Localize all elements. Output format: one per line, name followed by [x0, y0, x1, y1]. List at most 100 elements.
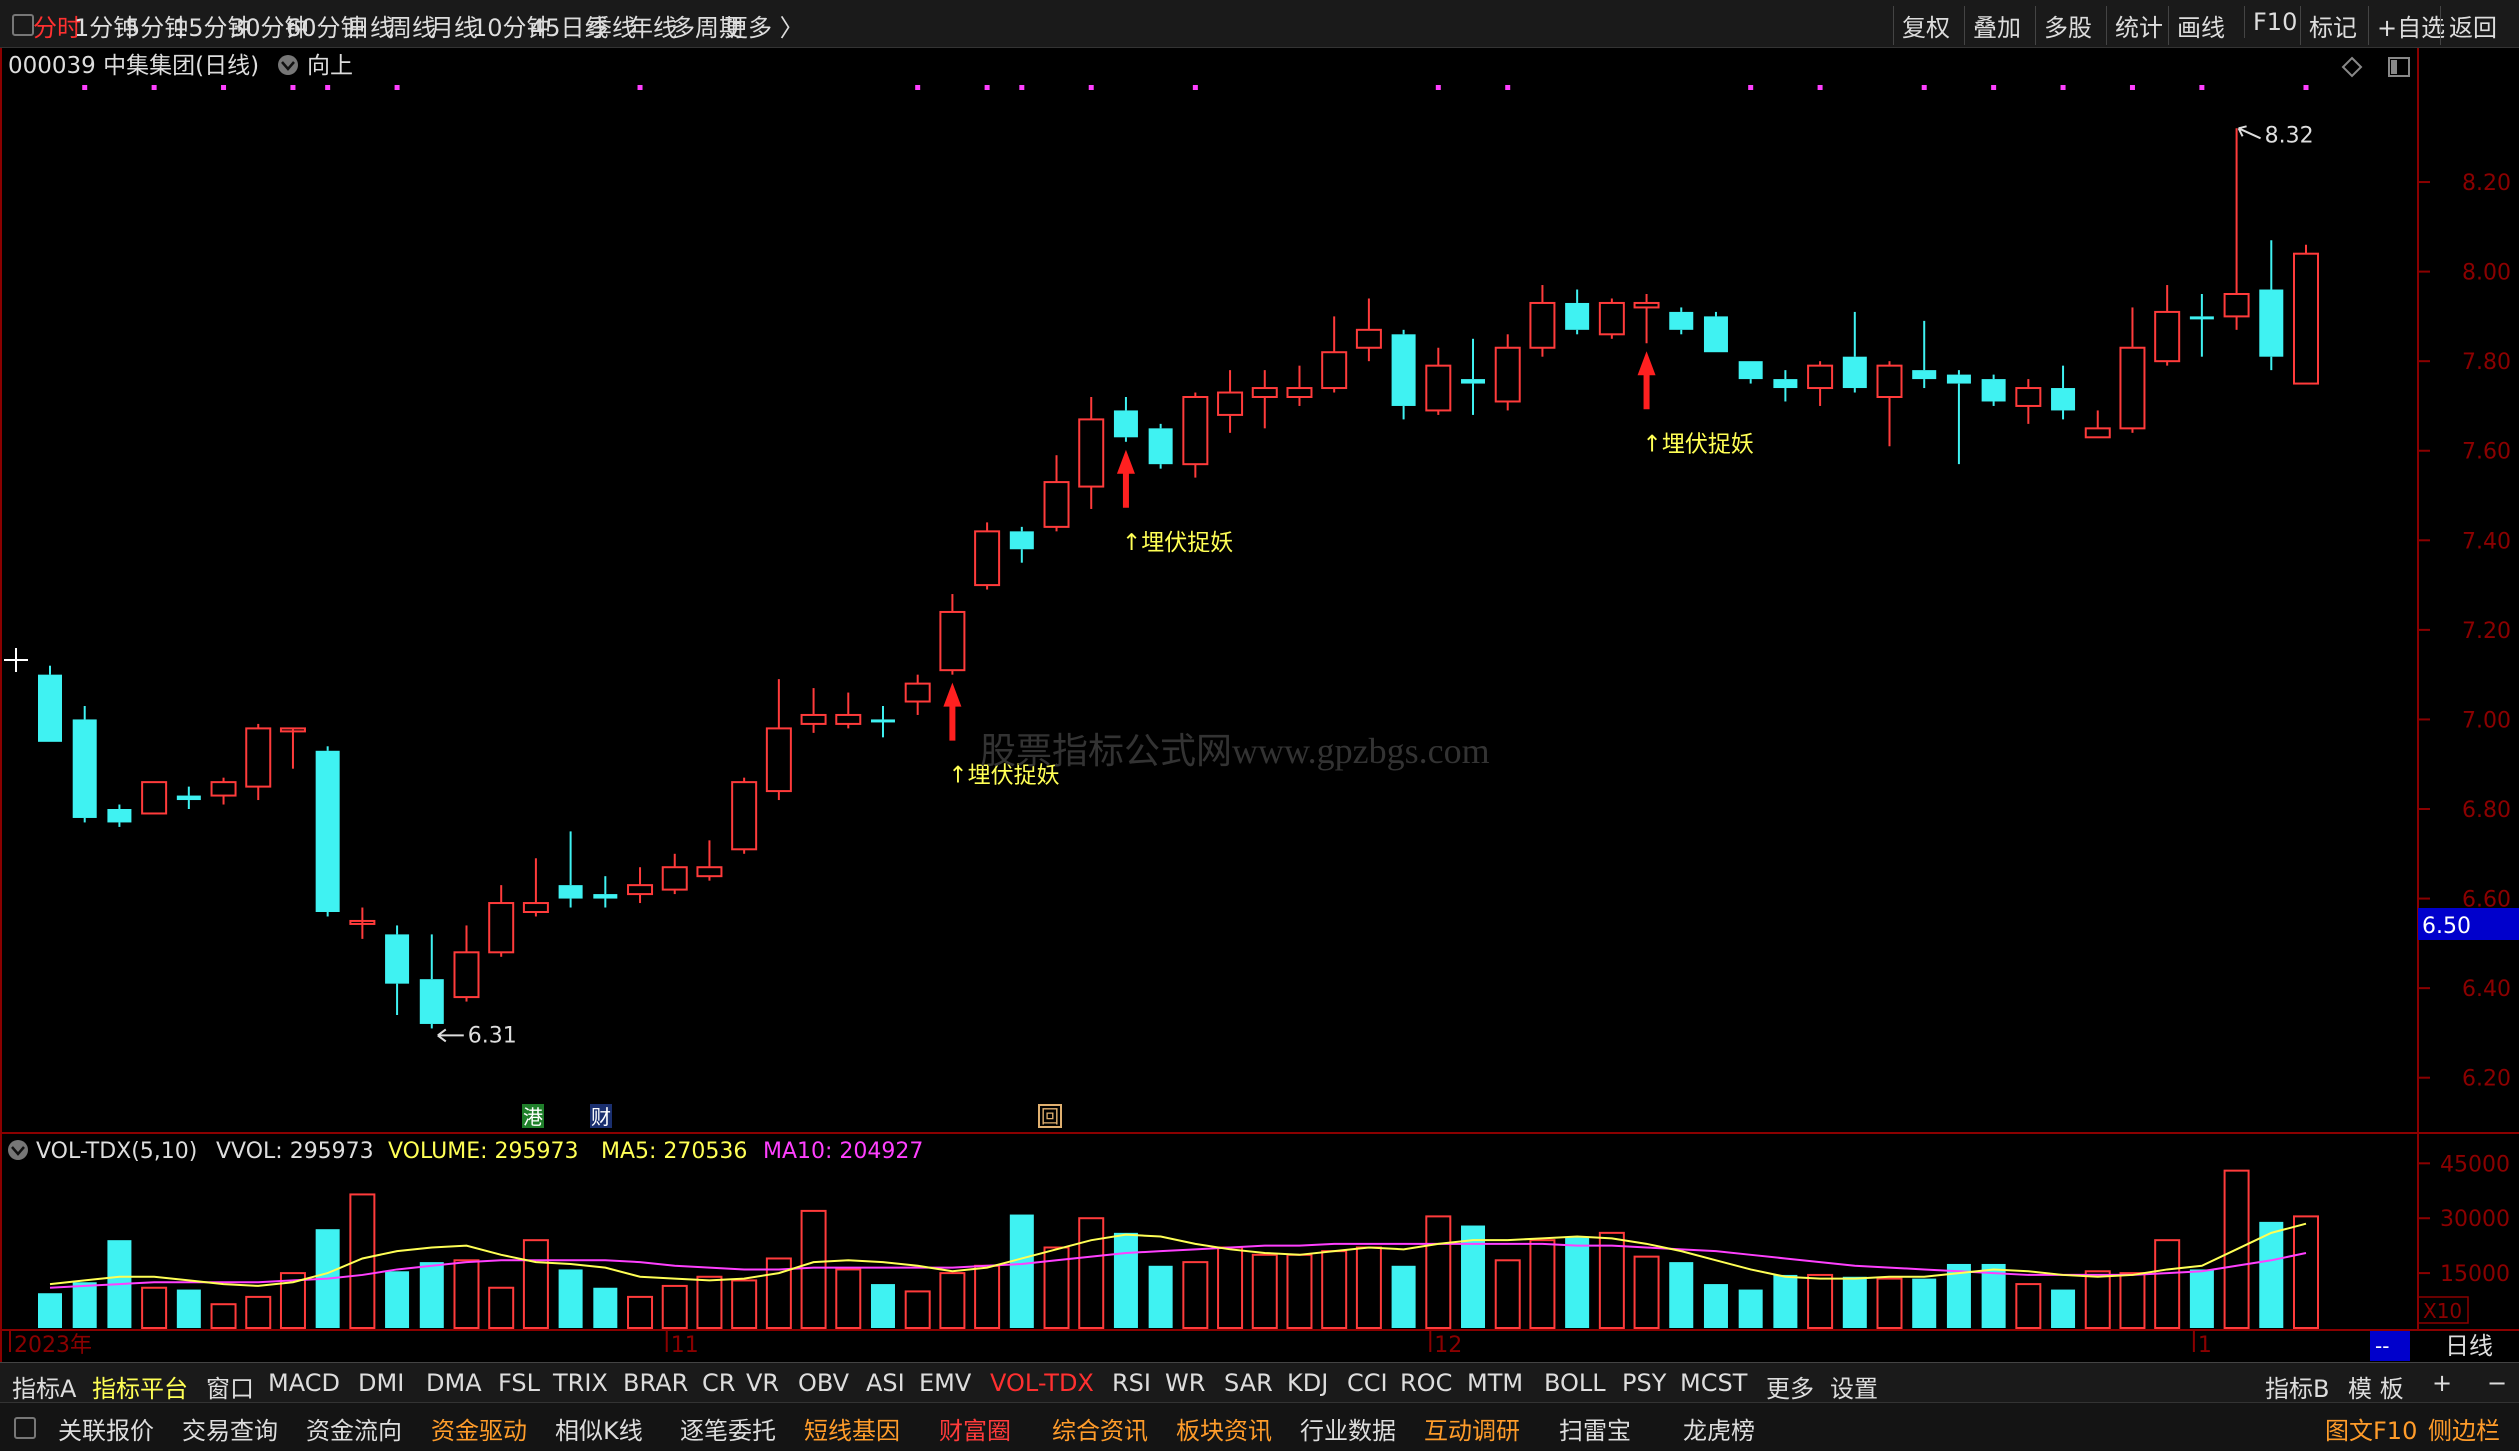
function-tab-1[interactable]: 交易查询	[182, 1411, 278, 1446]
volume-bar[interactable]	[1912, 1278, 1937, 1328]
candle[interactable]	[1425, 347, 1452, 415]
volume-bar[interactable]	[1565, 1236, 1590, 1328]
period-label[interactable]: 日线	[2445, 1332, 2493, 1360]
period-tab-8[interactable]: 月线	[430, 8, 478, 43]
period-tab-12[interactable]: 年线	[629, 8, 677, 43]
candle[interactable]	[522, 858, 549, 917]
volume-bar[interactable]	[1009, 1214, 1034, 1328]
volume-bar[interactable]	[870, 1284, 895, 1328]
indicator-tab-26[interactable]: 设置	[1830, 1369, 1878, 1404]
candle[interactable]	[488, 885, 515, 957]
function-tab-11[interactable]: 互动调研	[1424, 1411, 1520, 1446]
candle[interactable]	[176, 786, 201, 809]
volume-bar[interactable]	[1355, 1246, 1382, 1330]
candle[interactable]	[1286, 365, 1313, 406]
volume-bar[interactable]	[800, 1209, 827, 1330]
candle[interactable]	[1461, 338, 1486, 415]
candle[interactable]	[453, 925, 480, 1002]
volume-bar[interactable]	[2084, 1270, 2111, 1330]
indicator-tab-0[interactable]: 指标A	[12, 1369, 76, 1404]
diamond-icon[interactable]	[2341, 56, 2363, 78]
function-tab-4[interactable]: 相似K线	[555, 1411, 643, 1446]
indicator-tab-24[interactable]: MCST	[1680, 1369, 1747, 1397]
candle[interactable]	[1217, 370, 1244, 433]
candle[interactable]	[800, 688, 827, 733]
indicator-tab-6[interactable]: FSL	[498, 1369, 540, 1397]
volume-bar[interactable]	[1182, 1261, 1209, 1330]
candle[interactable]	[2189, 294, 2214, 357]
volume-bar[interactable]	[696, 1275, 723, 1330]
indicator-tab-18[interactable]: KDJ	[1287, 1369, 1328, 1397]
volume-bar[interactable]	[1494, 1259, 1521, 1329]
indicator-tab-20[interactable]: ROC	[1400, 1369, 1452, 1397]
candle[interactable]	[1981, 374, 2006, 406]
volume-bar[interactable]	[1876, 1277, 1903, 1329]
function-tool-0[interactable]: 图文F10	[2325, 1411, 2417, 1446]
candle[interactable]	[1598, 298, 1625, 339]
period-tab-6[interactable]: 日线	[346, 8, 394, 43]
candle[interactable]	[141, 781, 168, 815]
candle[interactable]	[385, 925, 410, 1015]
candle[interactable]	[1738, 361, 1763, 384]
indicator-tab-10[interactable]: VR	[746, 1369, 779, 1397]
tool-button-5[interactable]: F10	[2244, 6, 2305, 38]
candle[interactable]	[1148, 423, 1173, 469]
candle[interactable]	[2259, 240, 2284, 371]
candle[interactable]	[661, 853, 688, 895]
indicator-tab-8[interactable]: BRAR	[623, 1369, 688, 1397]
function-tab-12[interactable]: 扫雷宝	[1559, 1411, 1631, 1446]
tool-button-3[interactable]: 统计	[2106, 6, 2171, 45]
candle[interactable]	[904, 674, 931, 715]
candle[interactable]	[1565, 289, 1590, 335]
candle[interactable]	[245, 723, 272, 801]
function-tab-3[interactable]: 资金驱动	[431, 1411, 527, 1446]
function-tab-10[interactable]: 行业数据	[1300, 1411, 1396, 1446]
candle[interactable]	[1355, 298, 1382, 362]
candle[interactable]	[974, 522, 1001, 590]
volume-bar[interactable]	[1842, 1276, 1867, 1328]
indicator-tool-0[interactable]: 指标B	[2265, 1369, 2329, 1404]
function-tab-7[interactable]: 财富圈	[939, 1411, 1011, 1446]
candle[interactable]	[1182, 392, 1209, 478]
indicator-tool-2[interactable]: +	[2432, 1369, 2452, 1397]
volume-bar[interactable]	[1669, 1262, 1694, 1328]
candle[interactable]	[419, 934, 444, 1029]
candle[interactable]	[38, 665, 62, 742]
volume-bar[interactable]	[1251, 1253, 1278, 1329]
volume-bar[interactable]	[1633, 1255, 1660, 1330]
volume-bar[interactable]	[1703, 1284, 1728, 1328]
candle[interactable]	[1703, 311, 1728, 353]
volume-bar[interactable]	[835, 1268, 862, 1329]
volume-bar[interactable]	[38, 1293, 62, 1328]
function-toggle-icon[interactable]	[14, 1417, 36, 1439]
candle[interactable]	[1912, 320, 1937, 389]
volume-bar[interactable]	[1148, 1265, 1173, 1328]
candle[interactable]	[1321, 316, 1348, 393]
function-tab-9[interactable]: 板块资讯	[1176, 1411, 1272, 1446]
tool-button-6[interactable]: 标记	[2300, 6, 2365, 45]
volume-bar[interactable]	[558, 1269, 583, 1328]
function-tab-0[interactable]: 关联报价	[58, 1411, 154, 1446]
volume-bar[interactable]	[522, 1239, 549, 1329]
indicator-tab-23[interactable]: PSY	[1622, 1369, 1666, 1397]
candle[interactable]	[2015, 379, 2042, 424]
function-tab-6[interactable]: 短线基因	[804, 1411, 900, 1446]
volume-bar[interactable]	[1321, 1250, 1348, 1329]
candle[interactable]	[696, 840, 723, 881]
indicator-tab-7[interactable]: TRIX	[553, 1369, 608, 1397]
candle[interactable]	[210, 777, 237, 805]
candle[interactable]	[765, 679, 792, 801]
volume-bar[interactable]	[2293, 1215, 2319, 1329]
volume-bar[interactable]	[2015, 1283, 2042, 1329]
indicator-tab-15[interactable]: RSI	[1112, 1369, 1151, 1397]
volume-bar[interactable]	[1529, 1239, 1556, 1329]
function-tab-5[interactable]: 逐笔委托	[680, 1411, 776, 1446]
candle[interactable]	[2119, 307, 2146, 433]
candle[interactable]	[870, 706, 895, 738]
candle[interactable]	[1009, 526, 1034, 563]
volume-bar[interactable]	[2189, 1269, 2214, 1328]
tool-button-2[interactable]: 多股	[2035, 6, 2100, 45]
function-tab-13[interactable]: 龙虎榜	[1683, 1411, 1755, 1446]
candle[interactable]	[1946, 370, 1971, 465]
volume-bar[interactable]	[1807, 1273, 1834, 1329]
